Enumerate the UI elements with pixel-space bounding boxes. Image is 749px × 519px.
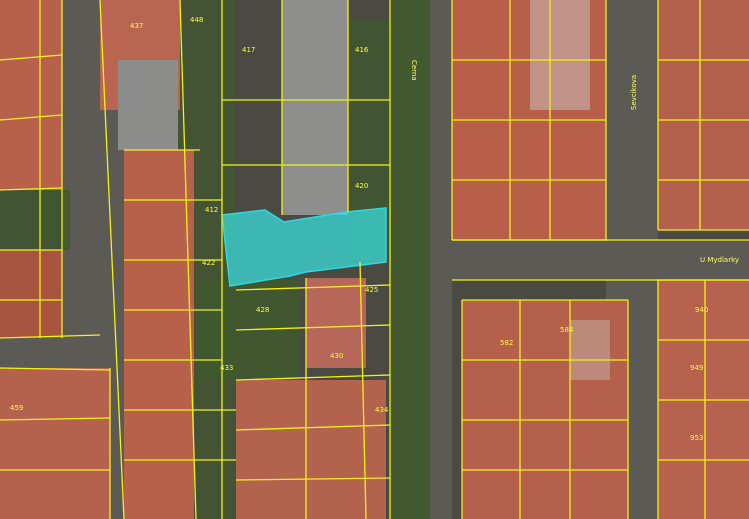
cadastral-map[interactable]: 417 416 412 420 422 425 428 430 433 434 … xyxy=(0,0,749,519)
parcel-label: 949 xyxy=(690,364,703,372)
parcel-label: 940 xyxy=(695,306,708,314)
parcel-label: 437 xyxy=(130,22,143,30)
map-canvas: 417 416 412 420 422 425 428 430 433 434 … xyxy=(0,0,749,519)
street-label: U Mydlarky xyxy=(700,256,739,264)
parcel-label: 416 xyxy=(355,46,369,54)
street-label: Cerna xyxy=(410,60,418,81)
parcel-label: 425 xyxy=(365,286,378,294)
parcel-label: 412 xyxy=(205,206,218,214)
parcel-label: 434 xyxy=(375,406,389,414)
parcel-label: 953 xyxy=(690,434,703,442)
parcel-label: 428 xyxy=(256,306,269,314)
parcel-label: 448 xyxy=(190,16,203,24)
parcel-label: 430 xyxy=(330,352,343,360)
parcel-label: 582 xyxy=(500,339,513,347)
parcel-label: 433 xyxy=(220,364,233,372)
parcel-label: 420 xyxy=(355,182,368,190)
parcel-label: 422 xyxy=(202,259,215,267)
parcel-label: 584 xyxy=(560,326,574,334)
parcel-label: 417 xyxy=(242,46,255,54)
street-label: Sevcikova xyxy=(630,75,638,110)
parcel-label: 459 xyxy=(10,404,23,412)
